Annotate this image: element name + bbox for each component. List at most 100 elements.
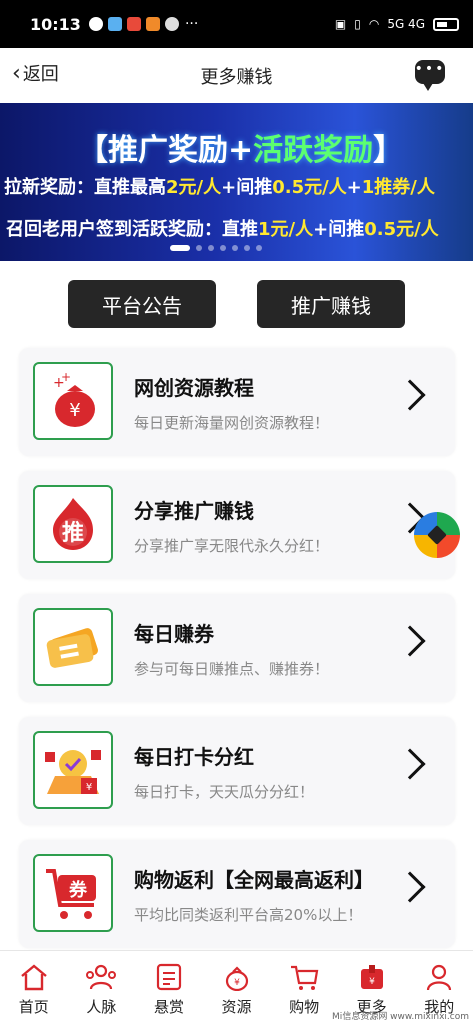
signal-icon: 5G 4G (387, 17, 425, 31)
profile-icon (422, 961, 456, 993)
shopping-icon (287, 961, 321, 993)
task-list-icon (152, 961, 186, 993)
banner-value: 0.5元/人 (364, 219, 439, 240)
nav-label: 购物 (289, 998, 320, 1016)
card-title: 购物返利【全网最高返利】 (134, 868, 374, 892)
nav-label: 悬赏 (153, 998, 184, 1016)
svg-text:+: + (61, 371, 71, 384)
card-subtitle: 参与可每日赚推点、赚推券！ (134, 660, 330, 678)
banner-title-highlight: 活跃奖励 (253, 133, 374, 168)
carousel-dot[interactable] (244, 245, 250, 251)
wifi-icon: ◠ (368, 17, 380, 31)
battery-icon (433, 17, 459, 31)
app-icon-orange (145, 17, 160, 31)
card-share-promote[interactable]: 推 分享推广赚钱 分享推广享无限代永久分红！ (19, 471, 455, 579)
chevron-right-icon (394, 625, 426, 657)
chevron-right-icon (394, 379, 426, 411)
nav-item-contacts[interactable]: 人脉 (68, 951, 136, 1024)
banner-text: + (346, 177, 362, 198)
chevron-right-icon (394, 871, 426, 903)
svg-text:¥: ¥ (369, 977, 375, 987)
back-button[interactable]: ‹ 返回 (12, 60, 59, 86)
promote-flame-icon: 推 (33, 485, 113, 563)
card-resource-tutorial[interactable]: ¥ + + 网创资源教程 每日更新海量网创资源教程！ (19, 348, 455, 456)
card-subtitle: 平均比同类返利平台高20%以上！ (134, 906, 363, 924)
banner-text: +间推 (221, 177, 273, 198)
nav-header: ‹ 返回 更多赚钱 ••• (0, 48, 473, 103)
promote-earn-button[interactable]: 推广赚钱 (257, 280, 405, 328)
nav-item-shopping[interactable]: 购物 (270, 951, 338, 1024)
resource-bag-icon: ¥ (220, 961, 254, 993)
svg-text:¥: ¥ (86, 782, 92, 793)
app-icon-blue (107, 17, 122, 31)
app-icon-red (126, 17, 141, 31)
carousel-dot[interactable] (232, 245, 238, 251)
more-gift-icon: ¥ (355, 961, 389, 993)
carousel-dot[interactable] (256, 245, 262, 251)
card-title: 网创资源教程 (134, 376, 254, 400)
banner-value: 1元/人 (258, 219, 314, 240)
card-title: 分享推广赚钱 (134, 499, 254, 523)
card-daily-coupon[interactable]: 每日赚券 参与可每日赚推点、赚推券！ (19, 594, 455, 702)
message-button[interactable]: ••• (414, 60, 446, 91)
carousel-dot[interactable] (208, 245, 214, 251)
carousel-dot[interactable] (220, 245, 226, 251)
notification-icons (88, 17, 179, 31)
chevron-left-icon: ‹ (12, 60, 21, 86)
wechat-icon (88, 17, 103, 31)
money-bag-icon: ¥ + + (33, 362, 113, 440)
bottom-nav: 首页 人脉 悬赏 ¥ 资源 购物 ¥ 更多 我的 Mi信息资源网 www.mix… (0, 950, 473, 1024)
banner-text: +间推 (313, 219, 365, 240)
nfc-icon: ▣ (334, 17, 347, 31)
card-title: 每日赚券 (134, 622, 214, 646)
announcement-button[interactable]: 平台公告 (68, 280, 216, 328)
banner-text: 拉新奖励：直推最高 (4, 177, 166, 198)
nav-label: 首页 (18, 998, 49, 1016)
nav-item-resources[interactable]: ¥ 资源 (203, 951, 271, 1024)
nav-item-home[interactable]: 首页 (0, 951, 68, 1024)
status-bar: 10:13 ··· ▣ ▯ ◠ 5G 4G (0, 0, 473, 48)
status-more-icon: ··· (184, 16, 199, 32)
shopping-cart-icon: 券 (33, 854, 113, 932)
svg-text:¥: ¥ (234, 978, 240, 988)
watermark: Mi信息资源网 www.mixinxi.com (332, 1012, 469, 1022)
card-subtitle: 分享推广享无限代永久分红！ (134, 537, 330, 555)
card-subtitle: 每日更新海量网创资源教程！ (134, 414, 330, 432)
home-icon (17, 961, 51, 993)
banner-title-part1: 【推广奖励+ (78, 133, 254, 168)
ticket-icon (33, 608, 113, 686)
nav-label: 资源 (221, 998, 252, 1016)
banner-title-part3: 】 (373, 133, 404, 168)
nav-label: 人脉 (86, 998, 117, 1016)
banner-line-new-user: 拉新奖励：直推最高2元/人+间推0.5元/人+1推券/人 (4, 173, 435, 199)
promo-banner[interactable]: 【推广奖励+活跃奖励】 拉新奖励：直推最高2元/人+间推0.5元/人+1推券/人… (0, 103, 473, 261)
banner-value: 1推券/人 (361, 177, 435, 198)
app-icon-gray (164, 17, 179, 31)
banner-value: 2元/人 (166, 177, 222, 198)
carousel-dot[interactable] (196, 245, 202, 251)
vibrate-icon: ▯ (354, 17, 361, 31)
banner-title: 【推广奖励+活跃奖励】 (78, 125, 403, 169)
card-daily-checkin[interactable]: ¥ 每日打卡分红 每日打卡，天天瓜分分红！ (19, 717, 455, 825)
status-right: ▣ ▯ ◠ 5G 4G (335, 17, 459, 31)
page-title: 更多赚钱 (200, 66, 273, 88)
floating-app-badge[interactable] (414, 512, 460, 558)
chevron-right-icon (394, 748, 426, 780)
nav-item-bounty[interactable]: 悬赏 (135, 951, 203, 1024)
chat-bubble-icon: ••• (414, 61, 446, 77)
back-label: 返回 (22, 64, 59, 85)
contacts-icon (84, 961, 118, 993)
card-shopping-rebate[interactable]: 券 购物返利【全网最高返利】 平均比同类返利平台高20%以上！ (19, 840, 455, 948)
card-icon-text: 券 (69, 880, 87, 901)
banner-text: 召回老用户签到活跃奖励：直推 (6, 219, 258, 240)
card-icon-text: 推 (61, 521, 84, 546)
carousel-dots (170, 245, 262, 251)
carousel-dot-active[interactable] (170, 245, 190, 251)
status-time: 10:13 (30, 14, 81, 34)
card-title: 每日打卡分红 (134, 745, 254, 769)
card-subtitle: 每日打卡，天天瓜分分红！ (134, 783, 315, 801)
svg-text:¥: ¥ (69, 400, 80, 421)
banner-value: 0.5元/人 (272, 177, 347, 198)
banner-line-recall: 召回老用户签到活跃奖励：直推1元/人+间推0.5元/人 (6, 215, 439, 241)
checkin-gift-icon: ¥ (33, 731, 113, 809)
